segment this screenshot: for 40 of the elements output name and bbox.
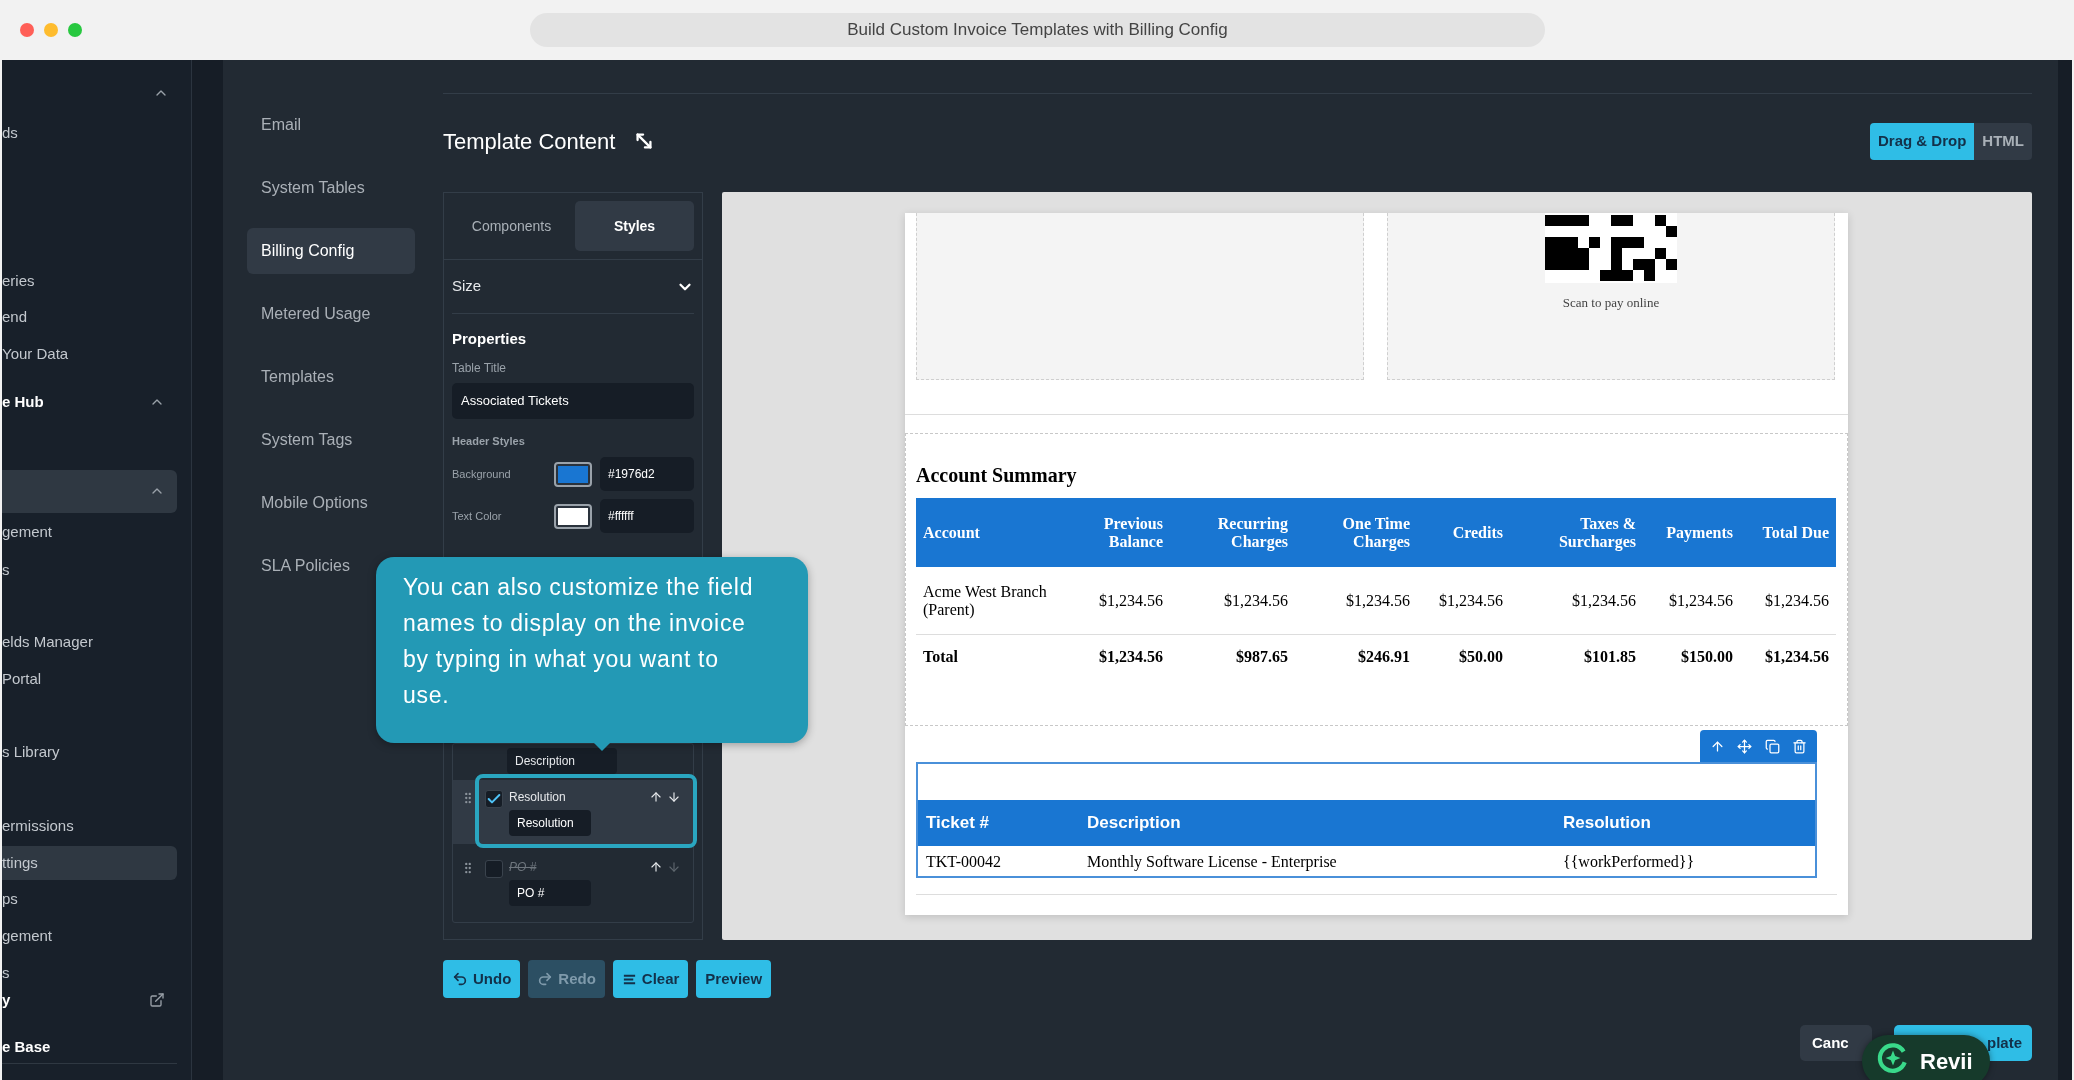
column-label: Resolution	[509, 789, 566, 806]
table-cell-text: $50.00	[1458, 648, 1504, 666]
field-label: Text Color	[452, 508, 503, 524]
table-cell-text: $101.85	[1583, 648, 1637, 666]
table-cell-text: $1,234.56	[1764, 648, 1830, 666]
properties-heading: Properties	[452, 329, 528, 349]
column-header: Account	[922, 523, 981, 542]
table-cell-text: $1,234.56	[1438, 591, 1504, 610]
section-title: Account Summary	[916, 463, 1078, 489]
table-cell-text: $1,234.56	[1098, 591, 1164, 610]
section-label: Header Styles	[452, 433, 526, 449]
table-cell-text: Acme West Branch (Parent)	[922, 582, 1048, 619]
table-cell-text: TKT-00042	[925, 852, 1002, 872]
table-cell-text: $1,234.56	[1223, 591, 1289, 610]
column-header: Ticket #	[925, 812, 990, 835]
table-cell-text: $1,234.56	[1764, 591, 1830, 610]
column-header: Resolution	[1562, 812, 1652, 835]
table-cell-text: $1,234.56	[1098, 648, 1164, 666]
column-header: Description	[1086, 812, 1182, 835]
column-header: Total Due	[1761, 523, 1830, 542]
column-header: Payments	[1665, 523, 1734, 542]
section-title: Template Content	[443, 127, 616, 156]
column-header: Previous Balance	[1102, 514, 1164, 551]
table-cell-text: $1,234.56	[1668, 591, 1734, 610]
field-label: Table Title	[452, 359, 508, 377]
table-cell-text: {{workPerformed}}	[1562, 852, 1696, 872]
column-header: Credits	[1451, 523, 1504, 542]
table-cell-text: $1,234.56	[1345, 591, 1411, 610]
table-cell-text: $150.00	[1680, 648, 1734, 666]
table-cell-text: $1,234.56	[1571, 591, 1637, 610]
column-header: One Time Charges	[1341, 514, 1411, 551]
column-header: Taxes & Surcharges	[1557, 514, 1637, 551]
table-cell-text: Total	[922, 648, 959, 666]
column-label: PO #	[509, 859, 537, 876]
field-label: Background	[452, 466, 512, 482]
column-header: Recurring Charges	[1216, 514, 1289, 551]
table-cell-text: Monthly Software License - Enterprise	[1086, 852, 1338, 873]
table-cell-text: $246.91	[1357, 648, 1411, 666]
table-cell-text: $987.65	[1235, 648, 1289, 666]
qr-caption: Scan to pay online	[1562, 294, 1660, 312]
